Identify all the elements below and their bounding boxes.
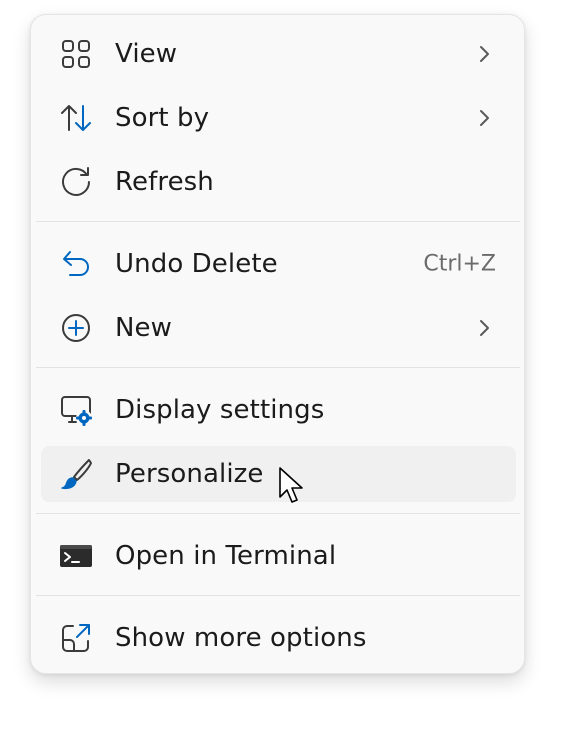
menu-item-label: Display settings bbox=[115, 395, 325, 425]
menu-item-label: Open in Terminal bbox=[115, 541, 337, 571]
refresh-icon bbox=[58, 164, 94, 200]
menu-item-label: Undo Delete bbox=[115, 249, 278, 279]
menu-item-display-settings[interactable]: Display settings bbox=[41, 382, 516, 438]
menu-divider bbox=[36, 513, 520, 514]
desktop-context-menu: View Sort by Refresh Undo Delete Ctrl+Z … bbox=[30, 14, 525, 674]
plus-circle-icon bbox=[58, 310, 94, 346]
menu-item-label: New bbox=[115, 313, 173, 343]
menu-item-sort-by[interactable]: Sort by bbox=[41, 90, 516, 146]
keyboard-shortcut: Ctrl+Z bbox=[423, 251, 496, 277]
menu-item-view[interactable]: View bbox=[41, 26, 516, 82]
menu-item-refresh[interactable]: Refresh bbox=[41, 154, 516, 210]
menu-item-undo-delete[interactable]: Undo Delete Ctrl+Z bbox=[41, 236, 516, 292]
menu-item-label: View bbox=[115, 39, 178, 69]
menu-item-label: Sort by bbox=[115, 103, 210, 133]
menu-item-label: Personalize bbox=[115, 459, 264, 489]
terminal-icon bbox=[58, 538, 94, 574]
menu-item-new[interactable]: New bbox=[41, 300, 516, 356]
display-settings-icon bbox=[58, 392, 94, 428]
share-external-icon bbox=[58, 620, 94, 656]
grid-icon bbox=[58, 36, 94, 72]
menu-divider bbox=[36, 221, 520, 222]
menu-item-label: Refresh bbox=[115, 167, 214, 197]
menu-item-show-more-options[interactable]: Show more options bbox=[41, 610, 516, 666]
chevron-right-icon bbox=[476, 42, 492, 66]
mouse-pointer-icon bbox=[278, 466, 304, 506]
menu-divider bbox=[36, 595, 520, 596]
undo-icon bbox=[58, 246, 94, 282]
menu-divider bbox=[36, 367, 520, 368]
menu-item-label: Show more options bbox=[115, 623, 367, 653]
chevron-right-icon bbox=[476, 316, 492, 340]
chevron-right-icon bbox=[476, 106, 492, 130]
sort-arrows-icon bbox=[58, 100, 94, 136]
paintbrush-icon bbox=[58, 456, 94, 492]
menu-item-open-in-terminal[interactable]: Open in Terminal bbox=[41, 528, 516, 584]
